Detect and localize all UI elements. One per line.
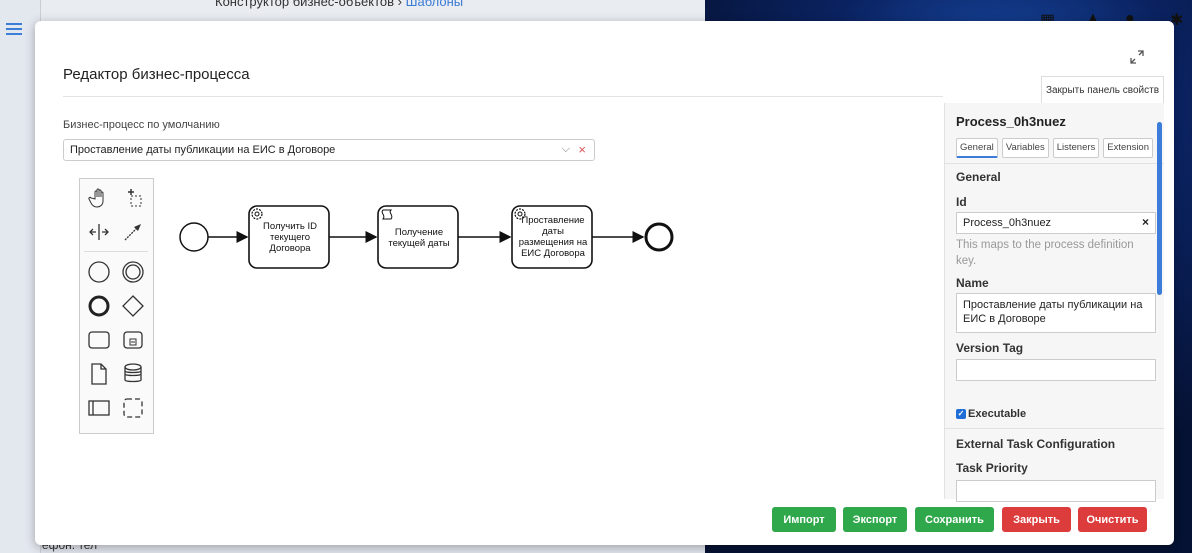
section-general-title: General: [956, 170, 1001, 184]
breadcrumb-link[interactable]: Шаблоны: [406, 0, 464, 9]
section-divider: [945, 163, 1164, 164]
task-label: Получить ID текущего Договора: [263, 221, 317, 254]
subprocess-icon[interactable]: [120, 327, 146, 353]
default-process-value: Проставление даты публикации на ЕИС в До…: [70, 144, 336, 156]
version-tag-label: Version Tag: [956, 341, 1024, 355]
close-properties-panel-button[interactable]: Закрыть панель свойств: [1041, 76, 1164, 103]
executable-checkbox[interactable]: ✓ Executable: [956, 408, 1026, 420]
tab-listeners[interactable]: Listeners: [1052, 138, 1100, 158]
hand-tool-icon[interactable]: [86, 185, 112, 211]
breadcrumb-app: Конструктор бизнес-объектов: [215, 0, 395, 9]
tab-extension[interactable]: Extension: [1103, 138, 1154, 158]
lasso-tool-icon[interactable]: [120, 185, 146, 211]
export-button[interactable]: Экспорт: [843, 507, 907, 532]
id-field[interactable]: Process_0h3nuez ×: [956, 212, 1156, 234]
background-breadcrumb: Конструктор бизнес-объектов › Шаблоны: [215, 0, 463, 9]
task-priority-field[interactable]: [956, 480, 1156, 502]
properties-tabs: General Variables Listeners Extension: [956, 138, 1154, 158]
default-process-label: Бизнес-процесс по умолчанию: [63, 119, 220, 131]
palette-separator: [84, 251, 148, 252]
external-task-section-title: External Task Configuration: [956, 437, 1116, 451]
name-value: Проставление даты публикации на ЕИС в До…: [963, 299, 1143, 325]
chevron-down-icon[interactable]: ⌵: [562, 143, 570, 156]
menu-icon[interactable]: [6, 22, 22, 35]
task-icon[interactable]: [86, 327, 112, 353]
expand-icon[interactable]: [1128, 48, 1146, 66]
tab-general[interactable]: General: [956, 138, 998, 158]
tab-variables[interactable]: Variables: [1001, 138, 1049, 158]
task-priority-label: Task Priority: [956, 461, 1028, 475]
intermediate-event-icon[interactable]: [120, 259, 146, 285]
bpmn-palette: [79, 178, 154, 434]
id-hint: This maps to the process definition key.: [956, 239, 1134, 267]
bpmn-editor-modal: Редактор бизнес-процесса Закрыть панель …: [35, 21, 1174, 545]
properties-scrollbar[interactable]: [1157, 122, 1162, 295]
space-tool-icon[interactable]: [86, 219, 112, 245]
task-label: Проставление даты размещения на ЕИС Дого…: [518, 215, 588, 259]
version-tag-field[interactable]: [956, 359, 1156, 381]
data-store-icon[interactable]: [120, 361, 146, 387]
data-object-icon[interactable]: [86, 361, 112, 387]
id-value: Process_0h3nuez: [963, 217, 1052, 229]
properties-panel: Process_0h3nuez General Variables Listen…: [944, 103, 1164, 502]
name-field[interactable]: Проставление даты публикации на ЕИС в До…: [956, 293, 1156, 333]
id-label: Id: [956, 195, 967, 209]
clear-icon[interactable]: ×: [1142, 215, 1149, 229]
import-button[interactable]: Импорт: [772, 507, 836, 532]
connect-tool-icon[interactable]: [120, 219, 146, 245]
process-id-heading: Process_0h3nuez: [956, 114, 1066, 129]
breadcrumb-separator: ›: [397, 0, 402, 9]
start-event-icon[interactable]: [86, 259, 112, 285]
close-button[interactable]: Закрыть: [1002, 507, 1071, 532]
group-icon[interactable]: [120, 395, 146, 421]
modal-title: Редактор бизнес-процесса: [63, 66, 250, 83]
checkbox-checked-icon[interactable]: ✓: [956, 409, 966, 419]
name-label: Name: [956, 276, 989, 290]
executable-label: Executable: [968, 408, 1027, 420]
default-process-select[interactable]: Проставление даты публикации на ЕИС в До…: [63, 139, 595, 161]
pool-icon[interactable]: [86, 395, 112, 421]
end-event-icon[interactable]: [86, 293, 112, 319]
clear-button[interactable]: Очистить: [1078, 507, 1147, 532]
end-event[interactable]: [644, 222, 674, 252]
task-label: Получение текущей даты: [388, 227, 450, 249]
gateway-icon[interactable]: [120, 293, 146, 319]
title-divider: [63, 96, 943, 97]
start-event[interactable]: [179, 222, 209, 252]
save-button[interactable]: Сохранить: [915, 507, 994, 532]
section-divider: [945, 428, 1164, 429]
clear-icon[interactable]: ×: [578, 142, 586, 157]
